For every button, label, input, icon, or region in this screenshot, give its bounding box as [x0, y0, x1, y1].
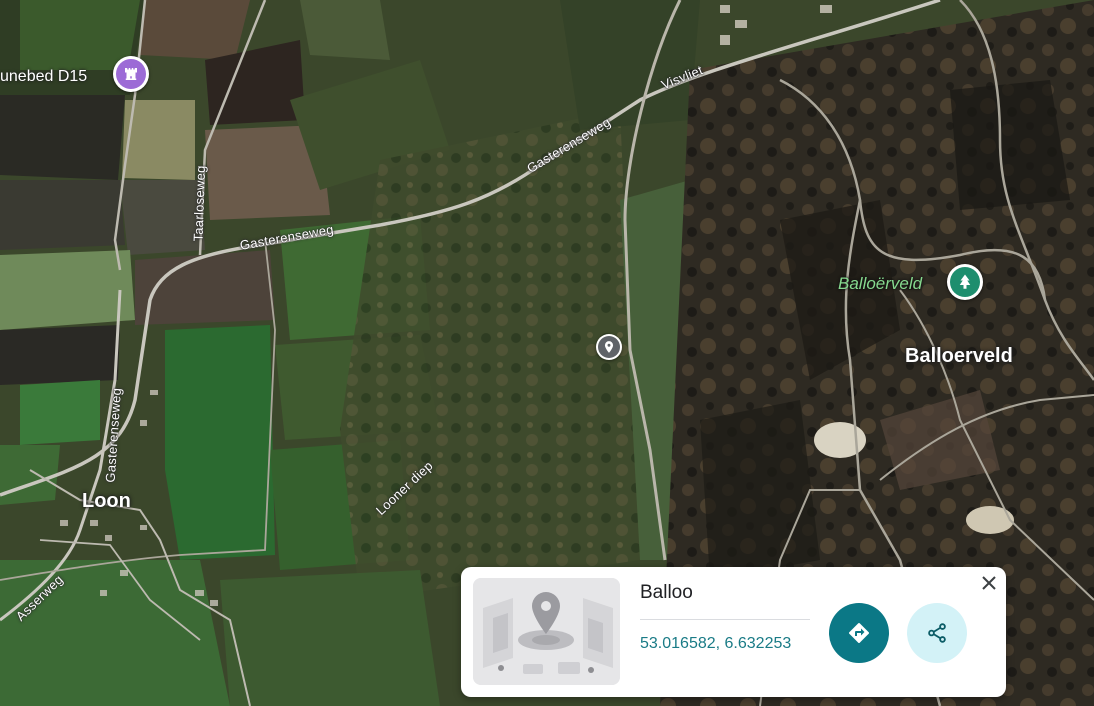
place-thumbnail[interactable]: [473, 578, 620, 685]
close-icon: [982, 576, 996, 590]
place-label-balloerveld[interactable]: Balloerveld: [905, 345, 1013, 368]
place-label-loon[interactable]: Loon: [82, 490, 131, 513]
directions-icon: [849, 623, 869, 643]
castle-icon[interactable]: [113, 56, 149, 92]
card-divider: [640, 619, 810, 620]
place-info-card: Balloo 53.016582, 6.632253: [461, 567, 1006, 697]
share-icon: [928, 623, 946, 643]
location-pin-icon: [473, 578, 620, 685]
tree-icon[interactable]: [947, 264, 983, 300]
poi-label-balloerveld-park[interactable]: Balloërveld: [838, 274, 922, 294]
share-button[interactable]: [907, 603, 967, 663]
directions-button[interactable]: [829, 603, 889, 663]
close-button[interactable]: [977, 571, 1001, 595]
place-title: Balloo: [640, 582, 693, 603]
road-label-taarloseweg: Taarloseweg: [190, 164, 209, 242]
location-pin-icon[interactable]: [596, 334, 622, 360]
poi-label-hunebed[interactable]: unebed D15: [0, 68, 87, 86]
place-coordinates[interactable]: 53.016582, 6.632253: [640, 635, 791, 653]
